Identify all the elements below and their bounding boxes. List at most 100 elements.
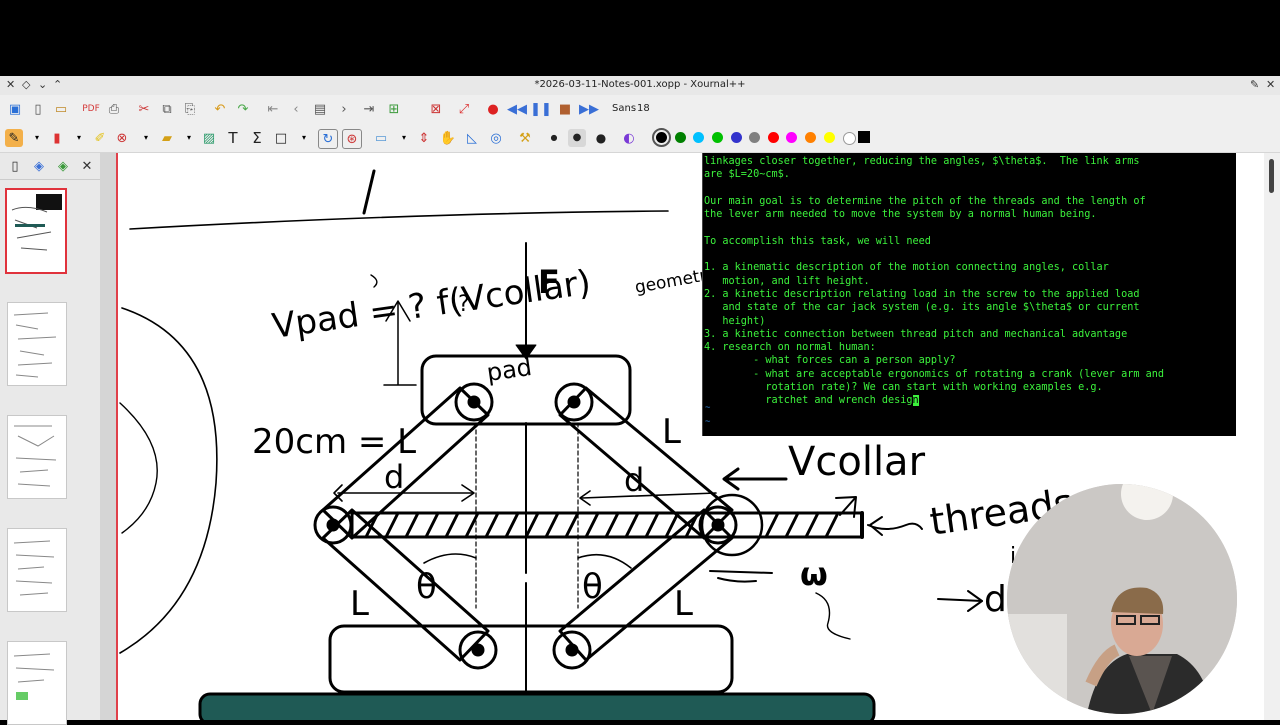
setsquare-icon[interactable]: ⚒ (516, 129, 534, 147)
window-title: *2026-03-11-Notes-001.xopp - Xournal++ (534, 79, 746, 90)
pause-icon[interactable]: ❚❚ (530, 100, 552, 118)
text-tool-icon[interactable]: T (224, 129, 242, 147)
select-rect-icon[interactable]: ▭ (372, 129, 390, 147)
length-label: 20cm = L (252, 422, 416, 462)
compass-icon[interactable]: ◎ (487, 129, 505, 147)
color-swatch[interactable] (768, 132, 779, 143)
terminal-line: To accomplish this task, we will need (704, 235, 931, 247)
open-icon[interactable]: ▭ (52, 100, 70, 118)
distance-right-label: d (624, 461, 644, 499)
page-preview-sidebar: ▯ ◈ ◈ ✕ (0, 153, 100, 725)
stop-icon[interactable]: ■ (556, 100, 574, 118)
sidebar-tabs: ▯ ◈ ◈ ✕ (0, 153, 100, 180)
medium-size-icon[interactable]: ● (568, 129, 586, 147)
rectangle-icon[interactable]: □ (272, 129, 290, 147)
cut-icon[interactable]: ✂ (135, 100, 153, 118)
custom-color-swatch[interactable] (858, 131, 870, 143)
pin-icon[interactable]: ✎ (1250, 78, 1259, 91)
terminal-line: are $L=20~cm$. (704, 169, 790, 181)
v-collar-label: Vcollar (788, 439, 926, 485)
redo-icon[interactable]: ↷ (234, 100, 252, 118)
terminal-line: height) (704, 315, 766, 327)
fill-icon[interactable]: ▰ (158, 129, 176, 147)
question-label: ? (458, 292, 470, 317)
goto-page-icon[interactable]: ▤ (311, 100, 329, 118)
fast-forward-icon[interactable]: ▶▶ (579, 100, 599, 118)
first-page-icon[interactable]: ⇤ (264, 100, 282, 118)
terminal-line: and state of the car jack system (e.g. i… (704, 302, 1140, 314)
omega-label: ω (800, 555, 828, 593)
terminal-line: 1. a kinematic description of the motion… (704, 262, 1109, 274)
terminal-line: motion, and lift height. (704, 275, 870, 287)
pen-tool-icon[interactable]: ✎ (5, 129, 23, 147)
vertical-space-icon[interactable]: ⇕ (415, 129, 433, 147)
color-swatch[interactable] (843, 132, 856, 145)
previous-page-icon[interactable]: ‹ (287, 100, 305, 118)
link-length-top-right: L (662, 412, 681, 452)
select-dropdown-icon[interactable]: ▾ (395, 129, 413, 147)
export-pdf-icon[interactable]: PDF (82, 100, 100, 118)
eraser-dropdown-icon[interactable]: ▾ (70, 129, 88, 147)
layers-tab-icon[interactable]: ◈ (30, 157, 48, 175)
copy-icon[interactable]: ⧉ (158, 100, 176, 118)
add-page-icon[interactable]: ⊞ (385, 100, 403, 118)
grid-snap-icon[interactable]: ⊛ (342, 129, 362, 149)
page-thumbnail-4[interactable] (7, 528, 67, 612)
color-picker-icon[interactable]: ◐ (620, 129, 638, 147)
undo-icon[interactable]: ↶ (211, 100, 229, 118)
color-swatch[interactable] (805, 132, 816, 143)
next-page-icon[interactable]: › (335, 100, 353, 118)
ruler-icon[interactable]: ◺ (463, 129, 481, 147)
color-swatch[interactable] (824, 132, 835, 143)
color-swatch[interactable] (712, 132, 723, 143)
page-thumbnail-2[interactable] (7, 302, 67, 386)
distance-left-label: d (384, 458, 404, 496)
hand-icon[interactable]: ✋ (439, 129, 457, 147)
rotate-snap-icon[interactable]: ↻ (318, 129, 338, 149)
close-sidebar-icon[interactable]: ✕ (78, 157, 96, 175)
shape-recognizer-icon[interactable]: ⊗ (113, 129, 131, 147)
highlighter-dropdown-icon[interactable]: ▾ (137, 129, 155, 147)
delete-page-icon[interactable]: ⊠ (427, 100, 445, 118)
color-swatch[interactable] (749, 132, 760, 143)
scrollbar-thumb[interactable] (1269, 159, 1274, 193)
fine-size-icon[interactable]: ● (545, 129, 563, 147)
color-swatch[interactable] (786, 132, 797, 143)
new-page-icon[interactable]: ▯ (29, 100, 47, 118)
fill-dropdown-icon[interactable]: ▾ (180, 129, 198, 147)
color-swatch[interactable] (693, 132, 704, 143)
save-icon[interactable]: ▣ (6, 100, 24, 118)
page-thumbnail-1[interactable] (5, 188, 67, 274)
theta-right-label: θ (582, 567, 603, 607)
font-size[interactable]: 18 (637, 103, 650, 114)
rewind-icon[interactable]: ◀◀ (507, 100, 527, 118)
shape-dropdown-icon[interactable]: ▾ (295, 129, 313, 147)
page-thumbnail-5[interactable] (7, 641, 67, 725)
terminal-line: rotation rate)? We can start with workin… (704, 382, 1103, 394)
tools-toolbar: ✎ ▾ ▮ ▾ ✐ ⊗ ▾ ▰ ▾ ▨ T Σ □ ▾ ↻ ⊛ ▭ ▾ ⇕ ✋ … (0, 124, 1280, 153)
empty-line-marker: ~ (705, 403, 711, 413)
terminal-line: ratchet and wrench desig (704, 395, 913, 407)
page-preview-tab-icon[interactable]: ▯ (6, 157, 24, 175)
page-thumbnail-3[interactable] (7, 415, 67, 499)
color-swatch[interactable] (652, 128, 671, 147)
layer-preview-tab-icon[interactable]: ◈ (54, 157, 72, 175)
eraser-icon[interactable]: ▮ (48, 129, 66, 147)
latex-icon[interactable]: Σ (248, 129, 266, 147)
font-name[interactable]: Sans (612, 103, 636, 114)
terminal-line: 3. a kinetic connection between thread p… (704, 328, 1128, 340)
color-swatch[interactable] (675, 132, 686, 143)
fullscreen-icon[interactable]: ⤢ (455, 100, 473, 118)
record-icon[interactable]: ● (484, 100, 502, 118)
pen-dropdown-icon[interactable]: ▾ (28, 129, 46, 147)
close-icon[interactable]: ✕ (1266, 78, 1275, 91)
vertical-scrollbar[interactable] (1264, 153, 1280, 720)
highlighter-icon[interactable]: ✐ (91, 129, 109, 147)
paste-icon[interactable]: ⎘ (181, 100, 199, 118)
print-icon[interactable]: ⎙ (105, 100, 123, 118)
terminal-editor[interactable]: linkages closer together, reducing the a… (702, 153, 1236, 436)
thick-size-icon[interactable]: ● (592, 129, 610, 147)
image-icon[interactable]: ▨ (200, 129, 218, 147)
last-page-icon[interactable]: ⇥ (360, 100, 378, 118)
color-swatch[interactable] (731, 132, 742, 143)
